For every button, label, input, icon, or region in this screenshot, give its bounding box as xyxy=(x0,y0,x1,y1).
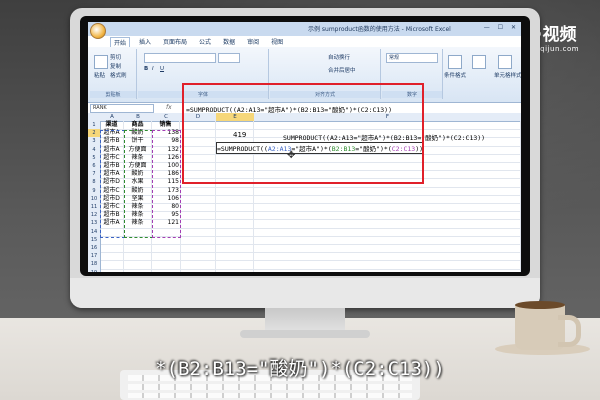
cut-button[interactable]: 剪切 xyxy=(110,53,121,61)
cell-style-button[interactable]: 单元格样式 xyxy=(494,71,521,79)
office-button-icon[interactable] xyxy=(90,23,106,39)
key-row xyxy=(128,384,412,390)
underline-icon[interactable]: U xyxy=(160,66,164,72)
cell-style-icon[interactable] xyxy=(498,55,512,69)
table-cell[interactable] xyxy=(216,268,254,272)
range-highlight-a xyxy=(100,130,125,238)
tab-view[interactable]: 视图 xyxy=(268,37,286,47)
bold-icon[interactable]: B xyxy=(144,66,148,72)
conditional-format-button[interactable]: 条件格式 xyxy=(444,71,466,79)
tab-formulas[interactable]: 公式 xyxy=(196,37,214,47)
paste-icon[interactable] xyxy=(94,55,108,69)
number-format-value: 常规 xyxy=(389,55,400,61)
tab-review[interactable]: 审阅 xyxy=(244,37,262,47)
clipboard-label: 剪贴板 xyxy=(90,91,136,98)
mug-handle xyxy=(558,315,581,347)
tab-insert[interactable]: 插入 xyxy=(136,37,154,47)
key-row xyxy=(128,393,412,398)
table-cell[interactable] xyxy=(254,268,521,272)
clipboard-group: 粘贴 剪切 复制 格式刷 剪贴板 xyxy=(90,49,137,99)
coffee-surface xyxy=(515,301,565,309)
monitor-chin xyxy=(70,278,540,308)
merge-center-button[interactable]: 合并后居中 xyxy=(328,66,356,74)
paste-button[interactable]: 粘贴 xyxy=(94,71,105,79)
format-painter-button[interactable]: 格式刷 xyxy=(110,71,127,79)
window-controls[interactable]: — ☐ ✕ xyxy=(484,24,519,31)
fx-icon[interactable]: fx xyxy=(166,104,172,111)
monitor-base xyxy=(240,330,370,338)
wrap-text-button[interactable]: 自动换行 xyxy=(328,53,350,61)
title-bar: 示例 sumproduct函数的使用方法 - Microsoft Excel —… xyxy=(88,22,521,39)
ribbon-tabs: 开始 插入 页面布局 公式 数据 审阅 视图 xyxy=(110,37,286,47)
red-annotation-box xyxy=(182,83,424,184)
tab-data[interactable]: 数据 xyxy=(220,37,238,47)
table-cell[interactable] xyxy=(180,268,216,272)
video-subtitle: *(B2:B13="酸奶")*(C2:C13)) xyxy=(155,358,445,380)
font-name-select[interactable] xyxy=(144,53,216,63)
window-title: 示例 sumproduct函数的使用方法 - Microsoft Excel xyxy=(308,26,451,33)
table-format-icon[interactable] xyxy=(472,55,486,69)
styles-group: 条件格式 单元格样式 xyxy=(444,49,521,99)
italic-icon[interactable]: I xyxy=(152,66,154,72)
font-size-select[interactable] xyxy=(218,53,240,63)
tab-page-layout[interactable]: 页面布局 xyxy=(160,37,190,47)
range-highlight-b xyxy=(124,130,153,238)
table-cell[interactable] xyxy=(152,268,181,272)
name-box[interactable]: RANK xyxy=(90,104,154,113)
copy-button[interactable]: 复制 xyxy=(110,62,121,70)
table-cell[interactable] xyxy=(124,268,152,272)
table-cell[interactable] xyxy=(100,268,124,272)
range-highlight-c xyxy=(152,130,181,238)
conditional-format-icon[interactable] xyxy=(448,55,462,69)
tab-home[interactable]: 开始 xyxy=(110,37,131,47)
number-format-select[interactable]: 常规 xyxy=(386,53,438,63)
